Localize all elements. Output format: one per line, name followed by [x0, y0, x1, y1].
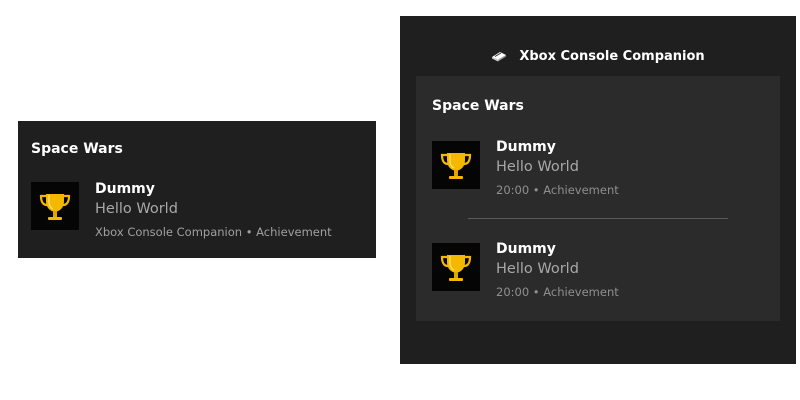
notification-meta: Xbox Console Companion • Achievement: [95, 225, 332, 239]
notification-heading: Dummy: [496, 139, 556, 155]
list-item[interactable]: Dummy Hello World 20:00 • Achievement: [416, 241, 780, 313]
list-item[interactable]: Dummy Hello World 20:00 • Achievement: [416, 139, 780, 211]
notification-heading: Dummy: [496, 241, 556, 257]
xbox-console-icon: [491, 50, 507, 62]
trophy-icon: [31, 182, 79, 230]
app-header[interactable]: Xbox Console Companion: [400, 44, 796, 68]
notification-body: Hello World: [496, 159, 579, 175]
notification-group: Space Wars Dummy Hello World 20:00 • Ach…: [416, 76, 780, 321]
notification-meta: 20:00 • Achievement: [496, 285, 619, 299]
group-title: Space Wars: [432, 98, 524, 114]
toast-title: Space Wars: [31, 141, 123, 157]
trophy-icon: [432, 141, 480, 189]
toast-notification[interactable]: Space Wars Dummy Hello World Xbox Consol…: [18, 121, 376, 258]
notification-body: Hello World: [496, 261, 579, 277]
notification-body: Hello World: [95, 201, 178, 217]
app-name: Xbox Console Companion: [519, 48, 705, 64]
action-center-panel: Xbox Console Companion Space Wars Dummy …: [400, 16, 796, 364]
screenshot-stage: Space Wars Dummy Hello World Xbox Consol…: [0, 0, 800, 400]
notification-meta: 20:00 • Achievement: [496, 183, 619, 197]
trophy-icon: [432, 243, 480, 291]
divider: [468, 218, 728, 219]
notification-heading: Dummy: [95, 181, 155, 197]
